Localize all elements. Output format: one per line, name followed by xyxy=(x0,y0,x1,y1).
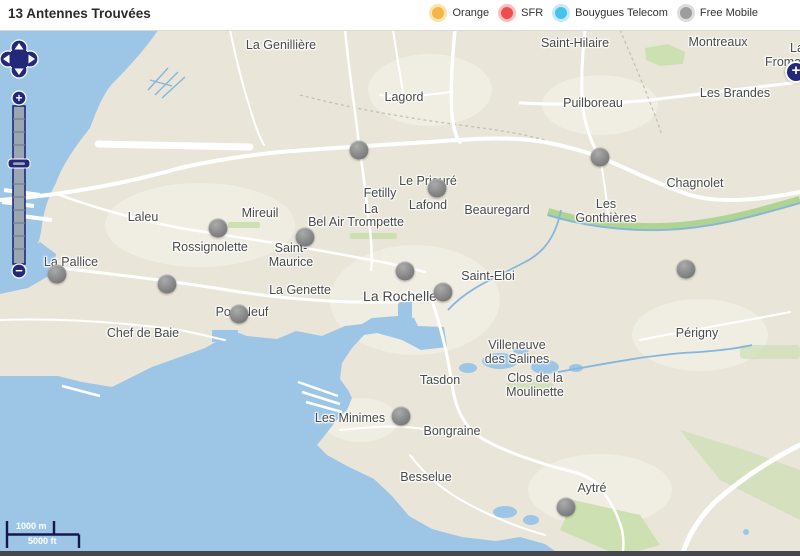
antenna-marker[interactable] xyxy=(428,179,447,198)
antenna-marker[interactable] xyxy=(434,283,453,302)
antenna-marker[interactable] xyxy=(296,228,315,247)
map-basemap xyxy=(0,30,800,556)
legend-item-bouygues[interactable]: Bouygues Telecom xyxy=(552,4,668,22)
antenna-marker[interactable] xyxy=(230,305,249,324)
zoom-in-icon: + xyxy=(15,91,22,105)
scale-imperial-label: 5000 ft xyxy=(28,536,57,546)
antenna-marker[interactable] xyxy=(677,260,696,279)
antenna-map-app: 13 Antennes Trouvées Orange SFR Bouygues… xyxy=(0,0,800,556)
expand-map-button[interactable]: + xyxy=(785,61,800,83)
antenna-marker[interactable] xyxy=(209,219,228,238)
page-title: 13 Antennes Trouvées xyxy=(8,6,151,21)
legend-item-orange[interactable]: Orange xyxy=(429,4,489,22)
operator-legend: Orange SFR Bouygues Telecom Free Mobile xyxy=(429,4,758,22)
map-nav-control[interactable]: + − xyxy=(0,36,40,286)
scale-metric-label: 1000 m xyxy=(16,521,47,531)
legend-label: Orange xyxy=(452,7,489,19)
orange-dot-icon xyxy=(429,4,447,22)
free-dot-icon xyxy=(677,4,695,22)
sfr-dot-icon xyxy=(498,4,516,22)
legend-label: SFR xyxy=(521,7,543,19)
header-bar: 13 Antennes Trouvées Orange SFR Bouygues… xyxy=(0,0,800,31)
map-canvas[interactable] xyxy=(0,30,800,556)
bouygues-dot-icon xyxy=(552,4,570,22)
zoom-out-icon: − xyxy=(15,263,23,278)
legend-label: Free Mobile xyxy=(700,7,758,19)
bottom-attribution-strip xyxy=(0,551,800,556)
zoom-slider-handle xyxy=(8,159,30,168)
antenna-marker[interactable] xyxy=(48,265,67,284)
antenna-marker[interactable] xyxy=(392,407,411,426)
legend-label: Bouygues Telecom xyxy=(575,7,668,19)
antenna-marker[interactable] xyxy=(396,262,415,281)
legend-item-free[interactable]: Free Mobile xyxy=(677,4,758,22)
legend-item-sfr[interactable]: SFR xyxy=(498,4,543,22)
antenna-marker[interactable] xyxy=(158,275,177,294)
zoom-slider-track xyxy=(13,106,25,264)
scale-bar: 1000 m 5000 ft xyxy=(0,515,110,555)
antenna-marker[interactable] xyxy=(591,148,610,167)
antenna-marker[interactable] xyxy=(350,141,369,160)
antenna-marker[interactable] xyxy=(557,498,576,517)
